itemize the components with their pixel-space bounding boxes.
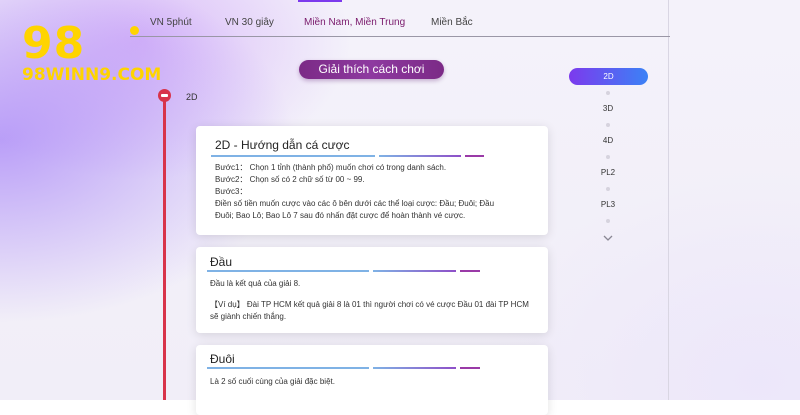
dau-example: 【Ví dụ】 Đài TP HCM kết quả giải 8 là 01 … [210, 300, 529, 309]
title-underline [465, 155, 484, 157]
tab-top-accent [298, 0, 342, 2]
tab-mien-bac[interactable]: Miền Bắc [431, 17, 473, 28]
timeline-line [163, 95, 166, 400]
side-nav-item-2d[interactable]: 2D [569, 68, 648, 85]
guide-step-3: Bước3： [215, 187, 248, 196]
tab-bar: VN 5phút VN 30 giây Miền Nam, Miền Trung… [130, 0, 670, 37]
dau-example-cont: sẽ giành chiến thắng. [210, 312, 287, 321]
guide-card-body: Bước1： Chọn 1 tỉnh (thành phố) muốn chơi… [215, 162, 535, 222]
title-underline [460, 270, 480, 272]
guide-step-2: Bước2： Chọn số có 2 chữ số từ 00 ~ 99. [215, 175, 365, 184]
timeline-current-label: 2D [186, 92, 198, 102]
title-underline [373, 270, 456, 272]
tab-indicator-dot [130, 26, 139, 35]
side-nav-item-pl2[interactable]: PL2 [568, 168, 648, 177]
guide-step-3-detail-cont: Đuôi; Bao Lô; Bao Lô 7 sau đó nhấn đặt c… [215, 211, 466, 220]
panel-border [668, 0, 669, 400]
duoi-card-title: Đuôi [210, 352, 235, 366]
tab-mien-nam-mien-trung[interactable]: Miền Nam, Miền Trung [304, 17, 405, 28]
dau-description: Đầu là kết quả của giải 8. [210, 279, 301, 288]
side-nav-separator [606, 91, 610, 95]
dau-card: Đầu Đầu là kết quả của giải 8. 【Ví dụ】 Đ… [196, 247, 548, 333]
guide-step-3-detail: Điền số tiền muốn cược vào các ô bên dướ… [215, 199, 495, 208]
title-underline [207, 270, 369, 272]
side-nav-item-4d[interactable]: 4D [568, 136, 648, 145]
guide-card: 2D - Hướng dẫn cá cược Bước1： Chọn 1 tỉn… [196, 126, 548, 235]
side-nav-separator [606, 219, 610, 223]
dau-card-body: Đầu là kết quả của giải 8. 【Ví dụ】 Đài T… [210, 278, 540, 323]
title-underline [373, 367, 456, 369]
logo-text: 98WINN9.COM [22, 65, 162, 85]
title-underline [207, 367, 369, 369]
title-underline [379, 155, 461, 157]
side-nav-item-3d[interactable]: 3D [568, 104, 648, 113]
duoi-description: Là 2 số cuối cùng của giải đặc biệt. [210, 377, 335, 386]
side-nav-separator [606, 123, 610, 127]
duoi-card-body: Là 2 số cuối cùng của giải đặc biệt. [210, 376, 540, 388]
tab-vn-30-giay[interactable]: VN 30 giây [225, 17, 274, 28]
title-underline [460, 367, 480, 369]
timeline-marker-icon [158, 89, 171, 102]
side-nav-separator [606, 187, 610, 191]
title-underline [211, 155, 375, 157]
guide-card-title: 2D - Hướng dẫn cá cược [215, 138, 350, 152]
tab-vn-5phut[interactable]: VN 5phút [150, 17, 192, 28]
chevron-down-icon[interactable] [603, 234, 613, 242]
explain-rules-button[interactable]: Giải thích cách chơi [299, 60, 444, 79]
duoi-card: Đuôi Là 2 số cuối cùng của giải đặc biệt… [196, 345, 548, 415]
side-nav-item-pl3[interactable]: PL3 [568, 200, 648, 209]
dau-card-title: Đầu [210, 255, 233, 269]
side-nav-separator [606, 155, 610, 159]
guide-step-1: Bước1： Chọn 1 tỉnh (thành phố) muốn chơi… [215, 163, 447, 172]
